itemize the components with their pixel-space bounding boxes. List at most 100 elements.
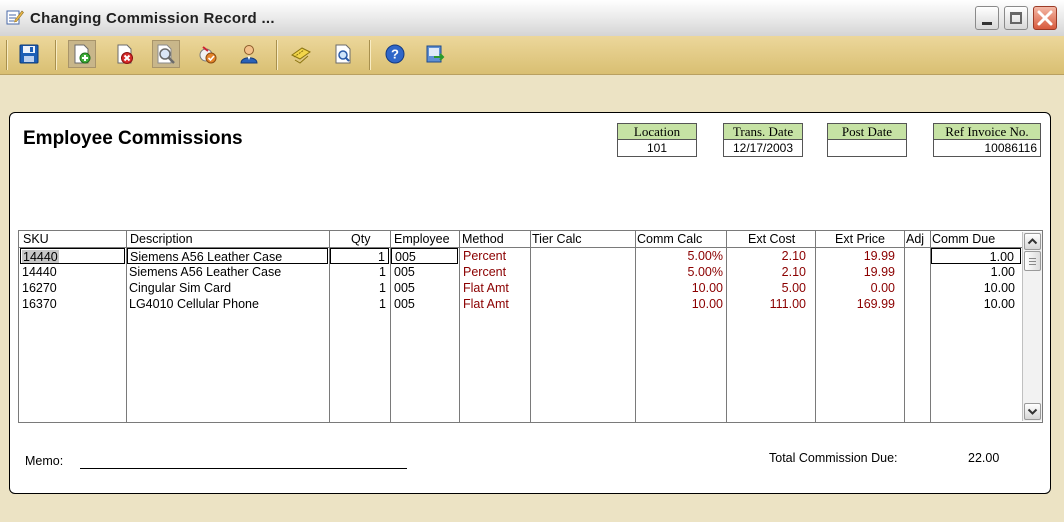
sku-cell[interactable]: 14440 <box>22 264 57 280</box>
sku-value: 14440 <box>22 250 59 264</box>
column-header-sku[interactable]: SKU <box>23 231 49 248</box>
commission-grid: SKU Description Qty Employee Method Tier… <box>18 230 1043 423</box>
tools-icon <box>199 46 217 64</box>
exit-icon <box>426 45 445 63</box>
exit-button[interactable] <box>421 40 449 68</box>
thumb-grip <box>1029 261 1036 262</box>
employee-button[interactable] <box>235 40 263 68</box>
comm-calc-cell[interactable]: 5.00% <box>636 248 723 264</box>
scroll-down-button[interactable] <box>1024 403 1041 420</box>
memo-field[interactable] <box>80 468 407 469</box>
column-header-comm-calc[interactable]: Comm Calc <box>637 231 703 248</box>
ext-cost-cell[interactable]: 111.00 <box>727 296 806 312</box>
save-icon <box>19 44 39 64</box>
ref-invoice-value[interactable]: 10086116 <box>933 140 1041 157</box>
column-header-comm-due[interactable]: Comm Due <box>932 231 996 248</box>
ext-price-cell[interactable]: 0.00 <box>816 280 895 296</box>
new-record-icon <box>74 44 91 64</box>
memo-label: Memo: <box>25 454 64 468</box>
sku-cell[interactable]: 16370 <box>22 296 57 312</box>
qty-cell[interactable]: 1 <box>330 248 389 264</box>
trans-date-value[interactable]: 12/17/2003 <box>723 140 803 157</box>
maximize-button[interactable] <box>1004 6 1028 30</box>
scroll-thumb[interactable] <box>1024 251 1041 271</box>
comm-due-cell[interactable]: 1.00 <box>931 264 1015 280</box>
trans-date-label: Trans. Date <box>723 123 803 140</box>
description-cell[interactable]: Siemens A56 Leather Case <box>129 264 281 280</box>
comm-calc-cell[interactable]: 10.00 <box>636 280 723 296</box>
preview-button[interactable] <box>329 40 357 68</box>
find-icon <box>157 44 175 64</box>
chevron-down-icon <box>1027 408 1038 415</box>
comm-due-cell[interactable]: 1.00 <box>931 248 1021 264</box>
page-title: Employee Commissions <box>23 128 243 149</box>
post-date-value[interactable] <box>827 140 907 157</box>
chevron-up-icon <box>1027 238 1038 245</box>
column-header-ext-cost[interactable]: Ext Cost <box>748 231 796 248</box>
ext-cost-cell[interactable]: 2.10 <box>727 264 806 280</box>
column-header-tier-calc[interactable]: Tier Calc <box>532 231 582 248</box>
ext-price-cell[interactable]: 19.99 <box>816 264 895 280</box>
ext-cost-cell[interactable]: 2.10 <box>727 248 806 264</box>
grid-scrollbar[interactable] <box>1022 232 1042 421</box>
scroll-up-button[interactable] <box>1024 233 1041 250</box>
maximize-icon <box>1010 12 1022 24</box>
column-header-method[interactable]: Method <box>462 231 504 248</box>
post-date-label: Post Date <box>827 123 907 140</box>
ext-cost-cell[interactable]: 5.00 <box>727 280 806 296</box>
commission-panel: Employee Commissions Location 101 Trans.… <box>9 112 1051 494</box>
comm-due-cell[interactable]: 10.00 <box>931 280 1015 296</box>
location-value[interactable]: 101 <box>617 140 697 157</box>
save-button[interactable] <box>15 40 43 68</box>
employee-cell[interactable]: 005 <box>394 264 415 280</box>
toolbar-separator <box>369 40 371 70</box>
ext-price-cell[interactable]: 19.99 <box>816 248 895 264</box>
qty-cell[interactable]: 1 <box>330 264 386 280</box>
help-icon: ? <box>385 44 405 64</box>
ext-price-cell[interactable]: 169.99 <box>816 296 895 312</box>
close-button[interactable] <box>1033 6 1057 30</box>
minimize-button[interactable] <box>975 6 999 30</box>
employee-cell[interactable]: 005 <box>391 248 458 264</box>
sku-cell[interactable]: 16270 <box>22 280 57 296</box>
employee-icon <box>240 45 258 64</box>
column-header-employee[interactable]: Employee <box>394 231 450 248</box>
tickets-icon <box>291 47 311 64</box>
method-cell[interactable]: Flat Amt <box>463 280 509 296</box>
comm-due-cell[interactable]: 10.00 <box>931 296 1015 312</box>
ref-invoice-label: Ref Invoice No. <box>933 123 1041 140</box>
method-cell[interactable]: Percent <box>463 264 506 280</box>
toolbar-separator <box>276 40 278 70</box>
window-title: Changing Commission Record ... <box>30 10 275 27</box>
svg-text:?: ? <box>391 47 399 62</box>
thumb-grip <box>1029 264 1036 265</box>
column-header-ext-price[interactable]: Ext Price <box>835 231 886 248</box>
total-commission-value: 22.00 <box>968 451 1000 465</box>
method-cell[interactable]: Flat Amt <box>463 296 509 312</box>
tools-button[interactable] <box>194 40 222 68</box>
post-date-field: Post Date <box>827 123 907 157</box>
help-button[interactable]: ? <box>381 40 409 68</box>
employee-cell[interactable]: 005 <box>394 280 415 296</box>
comm-calc-cell[interactable]: 10.00 <box>636 296 723 312</box>
method-cell[interactable]: Percent <box>463 248 506 264</box>
column-header-adj[interactable]: Adj <box>906 231 925 248</box>
description-cell[interactable]: LG4010 Cellular Phone <box>129 296 259 312</box>
comm-calc-cell[interactable]: 5.00% <box>636 264 723 280</box>
preview-icon <box>335 44 351 64</box>
qty-cell[interactable]: 1 <box>330 280 386 296</box>
column-header-qty[interactable]: Qty <box>351 231 371 248</box>
thumb-grip <box>1029 258 1036 259</box>
delete-icon <box>117 44 133 64</box>
description-cell[interactable]: Siemens A56 Leather Case <box>127 248 328 264</box>
column-header-description[interactable]: Description <box>130 231 193 248</box>
sku-cell[interactable]: 14440 <box>20 248 125 264</box>
qty-cell[interactable]: 1 <box>330 296 386 312</box>
tickets-button[interactable] <box>287 40 315 68</box>
find-button[interactable] <box>152 40 180 68</box>
description-cell[interactable]: Cingular Sim Card <box>129 280 231 296</box>
employee-cell[interactable]: 005 <box>394 296 415 312</box>
toolbar: ? <box>0 36 1064 75</box>
delete-button[interactable] <box>111 40 139 68</box>
new-record-button[interactable] <box>68 40 96 68</box>
